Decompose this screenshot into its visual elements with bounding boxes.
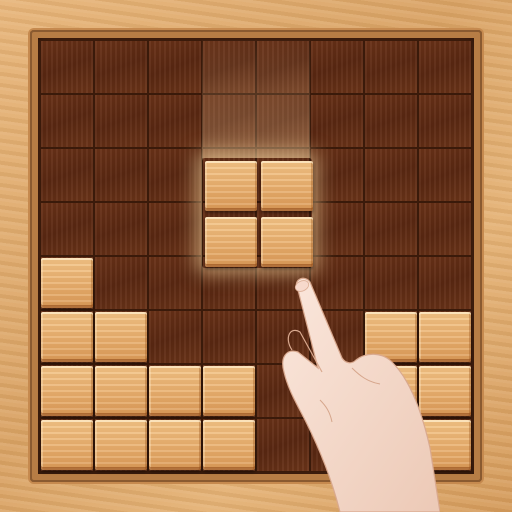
board-cell[interactable]: [94, 40, 148, 94]
placed-block: [203, 366, 255, 416]
board-cell[interactable]: [310, 40, 364, 94]
board-cell[interactable]: [418, 202, 472, 256]
board-cell[interactable]: [310, 148, 364, 202]
board-cell[interactable]: [148, 94, 202, 148]
board-cell[interactable]: [364, 148, 418, 202]
board-cell[interactable]: [418, 94, 472, 148]
board-cell[interactable]: [310, 202, 364, 256]
placed-block: [41, 312, 93, 362]
board-cell[interactable]: [40, 94, 94, 148]
board-cell[interactable]: [40, 40, 94, 94]
dragging-piece[interactable]: [202, 158, 313, 268]
placed-block: [95, 312, 147, 362]
board-cell[interactable]: [418, 40, 472, 94]
board-cell[interactable]: [148, 40, 202, 94]
board-cell[interactable]: [310, 94, 364, 148]
board-cell[interactable]: [364, 202, 418, 256]
piece-block[interactable]: [261, 161, 313, 211]
piece-block[interactable]: [261, 217, 313, 267]
board-cell[interactable]: [148, 256, 202, 310]
board-cell[interactable]: [364, 40, 418, 94]
placed-block: [41, 258, 93, 308]
placed-block: [41, 366, 93, 416]
board-cell[interactable]: [148, 310, 202, 364]
placed-block: [203, 420, 255, 470]
board-cell[interactable]: [40, 148, 94, 202]
drop-highlight-beam: [202, 40, 310, 158]
piece-block[interactable]: [205, 161, 257, 211]
board-cell[interactable]: [364, 94, 418, 148]
board-cell[interactable]: [202, 310, 256, 364]
placed-block: [41, 420, 93, 470]
piece-block[interactable]: [205, 217, 257, 267]
board-cell[interactable]: [94, 202, 148, 256]
board-cell[interactable]: [94, 256, 148, 310]
placed-block: [149, 366, 201, 416]
placed-block: [95, 366, 147, 416]
board-cell[interactable]: [148, 202, 202, 256]
board-cell[interactable]: [94, 148, 148, 202]
pointing-hand-icon: [282, 277, 440, 512]
placed-block: [149, 420, 201, 470]
board-cell[interactable]: [148, 148, 202, 202]
board-cell[interactable]: [40, 202, 94, 256]
board-cell[interactable]: [94, 94, 148, 148]
board-cell[interactable]: [418, 148, 472, 202]
placed-block: [95, 420, 147, 470]
